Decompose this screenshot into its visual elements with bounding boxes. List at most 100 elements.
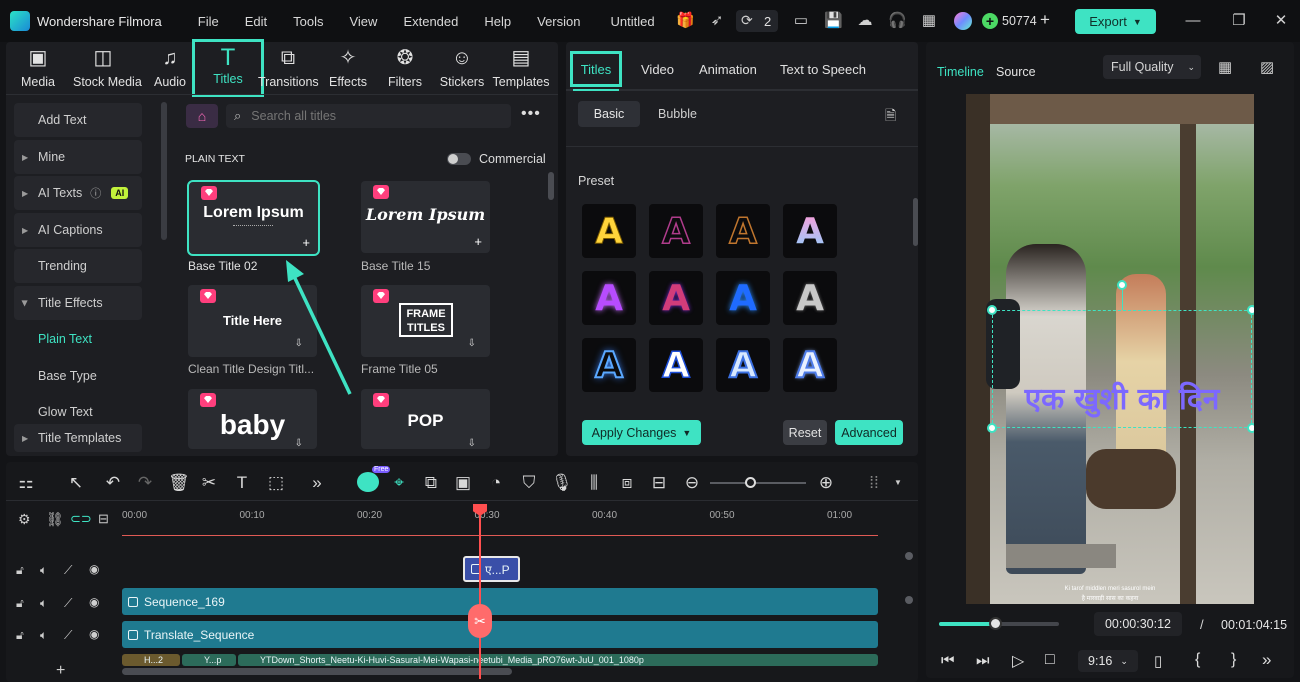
current-time[interactable]: 00:00:30:12 xyxy=(1094,612,1182,636)
magic-wand-icon[interactable]: ⟋ xyxy=(64,596,72,611)
cloud-icon[interactable]: ☁ xyxy=(856,12,874,30)
preset-style-5[interactable]: A xyxy=(582,271,636,325)
sidebar-ai-texts[interactable]: ▶ AI Texts ⓘ AI xyxy=(14,176,142,210)
bottom-clip-3[interactable]: YTDown_Shorts_Neetu-Ki-Huvi-Sasural-Mei-… xyxy=(238,654,878,666)
preset-style-1[interactable]: A xyxy=(582,204,636,258)
stop-icon[interactable]: □ xyxy=(1045,651,1055,669)
playback-scrubber[interactable] xyxy=(939,617,1059,630)
viewer-tab-timeline[interactable]: Timeline xyxy=(937,65,984,79)
mark-out-icon[interactable]: } xyxy=(1231,651,1236,669)
sidebar-add-text[interactable]: Add Text xyxy=(14,103,142,137)
menu-tools[interactable]: Tools xyxy=(293,14,323,29)
preset-style-4[interactable]: A xyxy=(783,204,837,258)
sidebar-trending[interactable]: Trending xyxy=(14,249,142,283)
sidebar-ai-captions[interactable]: ▶ AI Captions xyxy=(14,213,142,247)
zoom-slider[interactable] xyxy=(710,477,806,488)
tab-animation[interactable]: Animation xyxy=(699,62,757,77)
scissors-icon[interactable]: ✂ xyxy=(199,473,219,493)
resize-handle-tl[interactable] xyxy=(987,305,997,315)
mixer-icon[interactable]: ⫼ xyxy=(584,473,604,493)
snapshot-icon[interactable]: ▨ xyxy=(1260,58,1274,76)
resize-handle-bl[interactable] xyxy=(987,423,997,433)
quality-select[interactable]: Full Quality ⌄ xyxy=(1103,55,1201,79)
notification-button[interactable]: ⟳ 2 xyxy=(736,10,778,32)
preset-style-9[interactable]: A xyxy=(582,338,636,392)
menu-view[interactable]: View xyxy=(349,14,377,29)
render-icon[interactable]: ⊟ xyxy=(649,473,669,493)
unlink-icon[interactable]: ⛓ xyxy=(46,511,64,528)
preset-style-6[interactable]: A xyxy=(649,271,703,325)
category-transitions[interactable]: ⧉ Transitions xyxy=(258,46,319,92)
microphone-icon[interactable]: 🎙 xyxy=(551,473,573,493)
download-icon[interactable]: ⇩ xyxy=(468,338,476,349)
sidebar-mine[interactable]: ▶ Mine xyxy=(14,140,142,174)
zoom-out-icon[interactable]: ⊖ xyxy=(682,473,702,493)
lock-icon[interactable]: 🔓︎ xyxy=(16,628,24,643)
speaker-icon[interactable]: 🔈︎ xyxy=(40,628,47,643)
resize-handle-tr[interactable] xyxy=(1247,305,1254,315)
add-icon[interactable]: + xyxy=(302,235,310,250)
search-input[interactable] xyxy=(251,109,492,123)
close-icon[interactable]: ✕ xyxy=(1272,12,1290,30)
phone-preview-icon[interactable]: ▯ xyxy=(1154,652,1162,670)
playhead-line[interactable] xyxy=(479,505,481,679)
next-frame-icon[interactable]: ⏭ xyxy=(976,652,990,669)
sidebar-title-effects[interactable]: ▶ Title Effects xyxy=(14,286,142,320)
category-media[interactable]: ▣ Media xyxy=(8,46,68,92)
ai-robot-icon[interactable] xyxy=(357,472,379,492)
aspect-ratio-select[interactable]: 9:16 ⌄ xyxy=(1078,650,1138,672)
shield-icon[interactable]: ⛉ xyxy=(519,473,539,493)
undo-icon[interactable]: ↶ xyxy=(103,473,123,493)
bottom-clip-2[interactable]: Y...p xyxy=(182,654,236,666)
minimize-icon[interactable]: — xyxy=(1184,12,1202,30)
auto-reframe-icon[interactable]: ⌖ xyxy=(389,473,409,493)
timeline-h-scrollbar[interactable] xyxy=(122,668,512,675)
advanced-button[interactable]: Advanced xyxy=(835,420,903,445)
eye-icon[interactable]: ◉ xyxy=(89,627,99,641)
menu-extended[interactable]: Extended xyxy=(403,14,458,29)
redo-icon[interactable]: ↷ xyxy=(135,473,155,493)
split-scissors-icon[interactable]: ✂ xyxy=(468,604,492,638)
sidebar-plain-text[interactable]: Plain Text xyxy=(14,322,142,356)
export-button[interactable]: Export ▼ xyxy=(1075,9,1156,34)
add-icon[interactable]: + xyxy=(474,234,482,249)
speed-icon[interactable]: ◔ xyxy=(486,473,506,493)
subtab-bubble[interactable]: Bubble xyxy=(658,107,697,121)
speaker-icon[interactable]: 🔈︎ xyxy=(40,596,47,611)
search-box[interactable]: ⌕ xyxy=(226,104,511,128)
speaker-icon[interactable]: 🔈︎ xyxy=(40,563,47,578)
track-manager-icon[interactable]: ⊟ xyxy=(98,511,109,527)
title-card-pop[interactable]: POP ⇩ xyxy=(361,389,490,449)
send-icon[interactable]: ➶ xyxy=(708,12,726,30)
title-card-base-title-02[interactable]: Lorem Ipsum + xyxy=(187,180,320,256)
eye-icon[interactable]: ◉ xyxy=(89,562,99,576)
title-card-frame-title-05[interactable]: FRAME TITLES ⇩ xyxy=(361,285,490,357)
add-track-icon[interactable]: + xyxy=(56,662,65,680)
rotate-handle[interactable] xyxy=(1117,280,1127,290)
category-effects[interactable]: ✧ Effects xyxy=(318,46,378,92)
menu-help[interactable]: Help xyxy=(484,14,511,29)
preset-style-11[interactable]: A xyxy=(716,338,770,392)
overlay-title-text[interactable]: एक खुशी का दिन xyxy=(992,377,1252,418)
add-credits-icon[interactable]: + xyxy=(1040,10,1050,30)
magic-wand-icon[interactable]: ⟋ xyxy=(64,563,72,578)
previous-frame-icon[interactable]: ⏮ xyxy=(941,652,955,669)
apply-changes-button[interactable]: Apply Changes ▼ xyxy=(582,420,701,445)
export-clip-icon[interactable]: ⧉ xyxy=(421,473,441,493)
video-preview[interactable]: एक खुशी का दिन Ki tarof middlen meri sas… xyxy=(966,94,1254,604)
category-titles[interactable]: T Titles xyxy=(192,39,264,97)
reset-button[interactable]: Reset xyxy=(783,420,827,445)
category-filters[interactable]: ❂ Filters xyxy=(375,46,435,92)
apps-grid-icon[interactable]: ▦ xyxy=(920,12,938,30)
category-templates[interactable]: ▤ Templates xyxy=(491,46,551,92)
tab-video[interactable]: Video xyxy=(641,62,674,77)
help-icon[interactable]: ⓘ xyxy=(90,185,101,201)
sequence-169-clip[interactable]: Sequence_169 xyxy=(122,588,878,615)
bottom-clip-1[interactable]: H...2 xyxy=(122,654,180,666)
monitor-icon[interactable]: ▭ xyxy=(792,12,810,30)
mark-in-icon[interactable]: { xyxy=(1195,651,1200,669)
menu-version[interactable]: Version xyxy=(537,14,580,29)
preset-style-2[interactable]: A xyxy=(649,204,703,258)
category-audio[interactable]: ♫ Audio xyxy=(140,46,200,92)
settings-gear-icon[interactable]: ⚙ xyxy=(18,511,31,528)
